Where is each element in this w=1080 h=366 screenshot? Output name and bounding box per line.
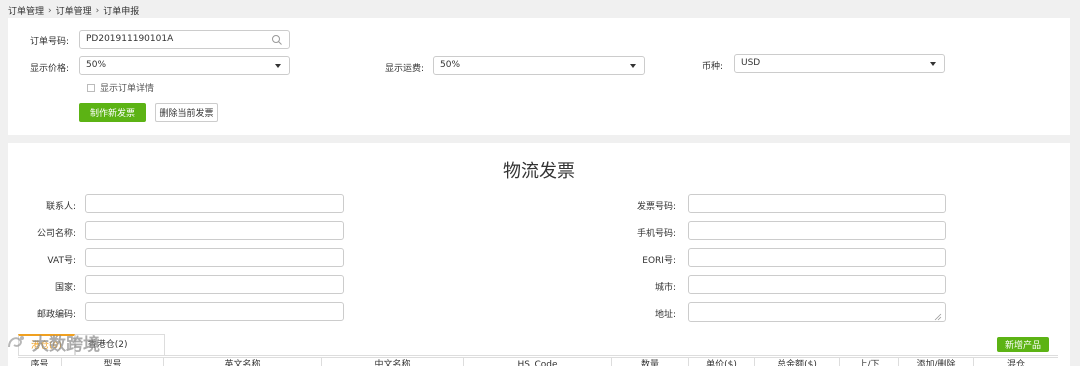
watermark: 大数跨境 — [6, 330, 100, 355]
eori-input[interactable] — [688, 248, 946, 267]
currency-select[interactable]: USD — [734, 54, 945, 73]
contact-label: 联系人: — [45, 202, 76, 212]
delete-invoice-button[interactable]: 删除当前发票 — [155, 103, 218, 122]
column-header: 上/下 — [840, 358, 899, 366]
invoice-no-input[interactable] — [688, 194, 946, 213]
logo-icon — [8, 335, 24, 347]
currency-value: USD — [741, 58, 761, 68]
postal-code-label: 邮政编码: — [36, 310, 76, 320]
phone-label: 手机号码: — [636, 229, 676, 239]
column-header: 混仓 — [1006, 360, 1025, 366]
breadcrumb-item[interactable]: 订单管理 — [56, 4, 92, 17]
show-details-checkbox[interactable]: 显示订单详情 — [87, 81, 154, 94]
add-product-button[interactable]: 新增产品 — [997, 337, 1049, 352]
vat-input[interactable] — [85, 248, 344, 267]
freight-value: 50% — [440, 60, 461, 70]
invoice-no-label: 发票号码: — [636, 202, 676, 212]
freight-label: 显示运费: — [385, 64, 425, 74]
freight-select[interactable]: 50% — [433, 56, 645, 75]
order-no-value: PD201911190101A — [86, 34, 174, 44]
address-textarea[interactable] — [688, 302, 946, 322]
breadcrumb-item[interactable]: 订单管理 — [8, 4, 44, 17]
column-header: HS_Code — [464, 358, 612, 366]
city-label: 城市: — [654, 283, 676, 293]
column-header: 型号 — [62, 358, 164, 366]
order-no-label: 订单号码: — [30, 37, 70, 47]
column-header: 中文名称 — [322, 358, 464, 366]
phone-input[interactable] — [688, 221, 946, 240]
create-invoice-button[interactable]: 制作新发票 — [79, 103, 146, 122]
price-label: 显示价格: — [30, 64, 70, 74]
breadcrumb-item: 订单申报 — [103, 7, 140, 17]
order-no-input[interactable]: PD201911190101A — [79, 30, 290, 49]
breadcrumb: 订单管理 › 订单管理 › 订单申报 — [8, 4, 140, 18]
price-select[interactable]: 50% — [79, 56, 290, 75]
eori-label: EORI号: — [642, 256, 676, 266]
column-header: 总金额($) — [755, 358, 840, 366]
chevron-right-icon: › — [48, 5, 52, 16]
currency-label: 币种: — [702, 62, 724, 72]
tabs-divider — [18, 355, 1058, 356]
company-name-input[interactable] — [85, 221, 344, 240]
address-label: 地址: — [654, 310, 676, 320]
country-input[interactable] — [85, 275, 344, 294]
resize-handle-icon[interactable] — [934, 313, 942, 321]
column-header: 单价($) — [689, 358, 755, 366]
product-table-header: 序号 型号 英文名称 中文名称 HS_Code 数量 单价($) 总金额($) … — [18, 357, 1058, 366]
column-header: 序号 — [18, 358, 62, 366]
caret-down-icon — [630, 64, 636, 68]
show-details-label: 显示订单详情 — [100, 84, 155, 94]
company-name-label: 公司名称: — [36, 229, 76, 239]
invoice-panel: 物流发票 联系人: 公司名称: VAT号: 国家: 邮政编码: 发票号码: 手机… — [8, 143, 1070, 366]
search-icon[interactable] — [271, 34, 283, 46]
country-label: 国家: — [54, 283, 76, 293]
price-value: 50% — [86, 60, 107, 70]
city-input[interactable] — [688, 275, 946, 294]
checkbox-box[interactable] — [87, 83, 95, 92]
chevron-right-icon: › — [95, 5, 100, 16]
postal-code-input[interactable] — [85, 302, 344, 321]
invoice-title: 物流发票 — [503, 161, 575, 182]
vat-label: VAT号: — [47, 256, 76, 266]
order-filter-panel: 订单号码: PD201911190101A 显示价格: 50% 显示运费: 50… — [8, 18, 1070, 135]
caret-down-icon — [930, 62, 936, 66]
column-header: 数量 — [612, 358, 689, 366]
column-header: 添加/删除 — [899, 358, 974, 366]
contact-input[interactable] — [85, 194, 344, 213]
watermark-text: 大数跨境 — [32, 335, 100, 355]
caret-down-icon — [275, 64, 281, 68]
column-header: 英文名称 — [164, 358, 322, 366]
